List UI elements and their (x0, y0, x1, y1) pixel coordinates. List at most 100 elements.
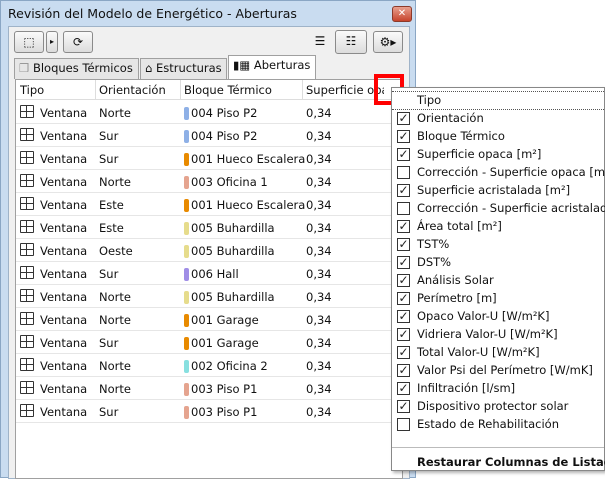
menu-item-column-toggle[interactable]: Corrección - Superficie opaca [m²] (392, 164, 605, 181)
detail-list-button[interactable]: ☷ (335, 30, 367, 54)
column-divider[interactable] (302, 80, 303, 100)
table-row[interactable]: Ventana Norte 005 Buhardilla 0,34 (16, 285, 402, 308)
cell-tipo: Ventana (40, 313, 88, 327)
model-view-dropdown[interactable]: ▸ (46, 31, 58, 53)
window-icon (20, 358, 34, 371)
block-color-swatch (184, 360, 189, 373)
menu-item-column-toggle[interactable]: ✓ Perímetro [m] (392, 290, 604, 307)
table-row[interactable]: Ventana Sur 001 Garage 0,34 (16, 331, 402, 354)
checkbox-checked[interactable]: ✓ (397, 148, 410, 161)
menu-item-column-toggle[interactable]: ✓ Dispositivo protector solar (392, 398, 604, 415)
block-name: 005 Buhardilla (191, 290, 275, 304)
cell-superficie: 0,34 (306, 175, 332, 189)
table-row[interactable]: Ventana Este 001 Hueco Escalera 0,34 (16, 193, 402, 216)
table-row[interactable]: Ventana Sur 003 Piso P1 0,34 (16, 400, 402, 423)
menu-header-tipo: Tipo (392, 92, 604, 109)
column-divider[interactable] (180, 80, 181, 100)
menu-item-column-toggle[interactable]: Estado de Rehabilitación (392, 416, 604, 433)
table-row[interactable]: Ventana Norte 003 Piso P1 0,34 (16, 377, 402, 400)
cell-orientacion: Este (99, 198, 124, 212)
table-row[interactable]: Ventana Sur 006 Hall 0,34 (16, 262, 402, 285)
menu-item-column-toggle[interactable]: ✓ Superficie acristalada [m²] (392, 182, 604, 199)
table-row[interactable]: Ventana Norte 004 Piso P2 0,34 (16, 101, 402, 124)
refresh-button[interactable]: ⟳ (63, 31, 93, 53)
menu-item-column-toggle[interactable]: ✓ Análisis Solar (392, 272, 604, 289)
table-row[interactable]: Ventana Sur 004 Piso P2 0,34 (16, 124, 402, 147)
cell-superficie: 0,34 (306, 405, 332, 419)
table-row[interactable]: Ventana Norte 002 Oficina 2 0,34 (16, 354, 402, 377)
tree-list-button[interactable]: ☰ (309, 31, 331, 53)
menu-item-column-toggle[interactable]: ✓ Bloque Térmico (392, 128, 604, 145)
window-icon (20, 243, 34, 256)
checkbox-checked[interactable]: ✓ (397, 130, 410, 143)
checkbox-checked[interactable]: ✓ (397, 256, 410, 269)
checkbox-checked[interactable]: ✓ (397, 184, 410, 197)
blocks-icon: ❒ (19, 61, 33, 75)
checkbox-unchecked[interactable] (397, 418, 410, 431)
menu-item-label: Tipo (417, 93, 442, 107)
cell-superficie: 0,34 (306, 221, 332, 235)
menu-item-label: Total Valor-U [W/m²K] (417, 345, 540, 359)
window-icon (20, 128, 34, 141)
window-icon (20, 220, 34, 233)
menu-item-column-toggle[interactable]: Corrección - Superficie acristalada [m (392, 200, 605, 217)
checkbox-checked[interactable]: ✓ (397, 328, 410, 341)
door-window-icon: ▮▦ (233, 58, 254, 72)
menu-item-column-toggle[interactable]: ✓ TST% (392, 236, 604, 253)
menu-item-column-toggle[interactable]: ✓ Superficie opaca [m²] (392, 146, 604, 163)
checkbox-unchecked[interactable] (397, 202, 410, 215)
menu-item-column-toggle[interactable]: ✓ Infiltración [l/sm] (392, 380, 604, 397)
header-superficie-opaca[interactable]: Superficie opac (306, 83, 384, 97)
menu-item-label: Dispositivo protector solar (417, 399, 569, 413)
header-tipo[interactable]: Tipo (20, 83, 44, 97)
menu-item-column-toggle[interactable]: ✓ Orientación (392, 110, 604, 127)
menu-item-label: Superficie acristalada [m²] (417, 183, 571, 197)
window-icon (20, 105, 34, 118)
header-orientacion[interactable]: Orientación (99, 83, 166, 97)
cell-orientacion: Norte (99, 382, 131, 396)
tab-estructuras[interactable]: ⌂ Estructuras (140, 58, 227, 79)
menu-item-label: Vidriera Valor-U [W/m²K] (417, 327, 558, 341)
window-body: ⬚ ▸ ⟳ ☰ ☷ ⚙▸ ❒ Bloques Térmicos ⌂ Estruc… (8, 26, 410, 479)
menu-item-column-toggle[interactable]: ✓ Opaco Valor-U [W/m²K] (392, 308, 604, 325)
close-icon[interactable]: ✕ (392, 6, 412, 22)
checkbox-checked[interactable]: ✓ (397, 346, 410, 359)
block-color-swatch (184, 314, 189, 327)
table-row[interactable]: Ventana Oeste 005 Buhardilla 0,34 (16, 239, 402, 262)
menu-item-column-toggle[interactable]: ✓ Valor Psi del Perímetro [W/mK] (392, 362, 604, 379)
block-color-swatch (184, 245, 189, 258)
checkbox-checked[interactable]: ✓ (397, 274, 410, 287)
model-view-button[interactable]: ⬚ (14, 31, 44, 53)
table-row[interactable]: Ventana Norte 003 Oficina 1 0,34 (16, 170, 402, 193)
checkbox-checked[interactable]: ✓ (397, 364, 410, 377)
cell-tipo: Ventana (40, 244, 88, 258)
table-row[interactable]: Ventana Este 005 Buhardilla 0,34 (16, 216, 402, 239)
cell-orientacion: Norte (99, 106, 131, 120)
cell-orientacion: Sur (99, 129, 119, 143)
cell-superficie: 0,34 (306, 382, 332, 396)
checkbox-checked[interactable]: ✓ (397, 238, 410, 251)
menu-item-column-toggle[interactable]: ✓ Vidriera Valor-U [W/m²K] (392, 326, 604, 343)
cell-bloque: 006 Hall (184, 267, 239, 281)
header-bloque-termico[interactable]: Bloque Térmico (184, 83, 272, 97)
checkbox-checked[interactable]: ✓ (397, 220, 410, 233)
tab-bloques-termicos[interactable]: ❒ Bloques Térmicos (14, 58, 139, 79)
menu-item-column-toggle[interactable]: ✓ DST% (392, 254, 604, 271)
checkbox-checked[interactable]: ✓ (397, 400, 410, 413)
table-row[interactable]: Ventana Norte 001 Garage 0,34 (16, 308, 402, 331)
checkbox-checked[interactable]: ✓ (397, 292, 410, 305)
checkbox-checked[interactable]: ✓ (397, 382, 410, 395)
menu-item-column-toggle[interactable]: ✓ Total Valor-U [W/m²K] (392, 344, 604, 361)
restore-columns-item[interactable]: Restaurar Columnas de Listado (392, 454, 605, 471)
cell-tipo: Ventana (40, 405, 88, 419)
tab-aberturas[interactable]: ▮▦ Aberturas (228, 55, 316, 80)
block-name: 005 Buhardilla (191, 244, 275, 258)
column-divider[interactable] (95, 80, 96, 100)
menu-item-column-toggle[interactable]: ✓ Área total [m²] (392, 218, 604, 235)
checkbox-checked[interactable]: ✓ (397, 310, 410, 323)
table-row[interactable]: Ventana Sur 001 Hueco Escalera 0,34 (16, 147, 402, 170)
checkbox-checked[interactable]: ✓ (397, 112, 410, 125)
settings-button[interactable]: ⚙▸ (373, 31, 403, 53)
checkbox-unchecked[interactable] (397, 166, 410, 179)
cell-superficie: 0,34 (306, 359, 332, 373)
